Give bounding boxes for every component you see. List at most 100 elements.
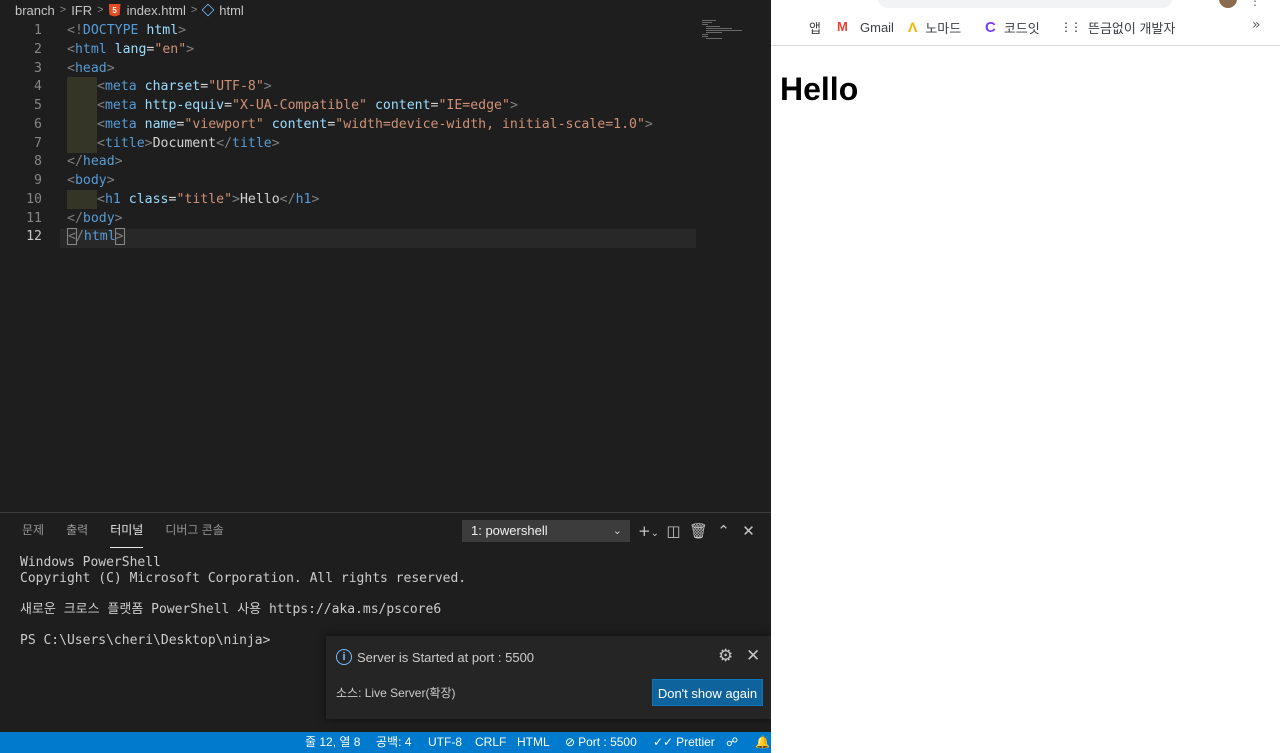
line-number: 8 (34, 154, 42, 170)
status-live-server[interactable]: ⊘ Port : 5500 (565, 732, 637, 753)
line-number: 1 (34, 23, 42, 38)
status-cursor-position[interactable]: 줄 12, 열 8 (305, 732, 360, 753)
code-token: </ (216, 135, 233, 151)
breadcrumb-item-ifr[interactable]: IFR (71, 3, 92, 18)
code-token: meta (104, 116, 137, 132)
bookmark-apps[interactable]: 앱 (787, 18, 821, 36)
bookmark-gmail[interactable]: Gmail (837, 18, 894, 36)
code-token: "width=device-width, initial-scale=1.0" (335, 116, 645, 132)
status-encoding[interactable]: UTF-8 (428, 732, 462, 753)
more-bookmarks-icon[interactable]: » (1252, 17, 1261, 33)
code-token: > (644, 116, 653, 132)
feedback-icon[interactable]: ☍ (726, 732, 738, 753)
status-eol[interactable]: CRLF (475, 732, 506, 753)
toolbar-remnant: ⋮ (771, 0, 1280, 9)
terminal-select-value: 1: powershell (471, 523, 548, 538)
code-line[interactable]: 7 <title>Document</title> (0, 133, 771, 153)
split-terminal-icon[interactable]: ◫ (661, 521, 686, 541)
trash-icon[interactable]: 🗑 (686, 521, 711, 541)
status-indentation[interactable]: 공백: 4 (376, 732, 411, 753)
code-text: <meta charset="UTF-8"> (67, 77, 272, 97)
code-token: > (114, 210, 123, 226)
tab-output[interactable]: 출력 (55, 513, 99, 548)
new-terminal-icon[interactable]: +⌄ (636, 521, 661, 541)
kebab-menu-icon[interactable]: ⋮ (1249, 0, 1261, 8)
avatar[interactable] (1219, 0, 1237, 8)
breadcrumb-item-file[interactable]: index.html (127, 3, 186, 18)
panel-actions: +⌄ ◫ 🗑 ⌃ ✕ (636, 521, 761, 541)
code-token: < (97, 116, 105, 132)
code-token: lang (106, 41, 147, 57)
browser-window: ⋮ 앱 Gmail Λ 노마드 C 코드잇 ⋮⋮ 뜬금없이 개발자 » (771, 0, 1280, 753)
code-token: > (311, 191, 320, 207)
bookmarks-bar: ⋮ 앱 Gmail Λ 노마드 C 코드잇 ⋮⋮ 뜬금없이 개발자 » (771, 0, 1280, 46)
minimap[interactable] (700, 18, 750, 42)
vscode-window: branch > IFR > 5 index.html > html 1 <!DO… (0, 0, 771, 753)
code-token: > (178, 23, 187, 38)
tab-terminal[interactable]: 터미널 (99, 513, 154, 548)
double-check-icon: ✓✓ (653, 735, 674, 749)
chevron-up-icon[interactable]: ⌃ (711, 521, 736, 541)
terminal-select[interactable]: 1: powershell ⌄ (462, 520, 630, 542)
gear-icon[interactable]: ⚙ (718, 646, 733, 666)
code-line[interactable]: 1 <!DOCTYPE html> (0, 21, 771, 40)
code-line[interactable]: 8 </head> (0, 152, 771, 171)
notification-toast: i Server is Started at port : 5500 ⚙ ✕ 소… (326, 636, 771, 719)
code-line[interactable]: 5 <meta http-equiv="X-UA-Compatible" cont… (0, 96, 771, 115)
indent-guide (67, 114, 97, 134)
code-token: "viewport" (184, 116, 264, 132)
status-prettier[interactable]: ✓✓ Prettier (653, 732, 715, 753)
breadcrumb-separator-icon: > (190, 4, 198, 16)
code-line[interactable]: 11 </body> (0, 209, 771, 228)
code-token: < (97, 191, 105, 207)
code-token: Hello (239, 191, 280, 207)
bookmark-apps-label: 앱 (809, 20, 821, 36)
code-line[interactable]: 3 <head> (0, 59, 771, 78)
terminal-line: Copyright (C) Microsoft Corporation. All… (20, 571, 467, 586)
bell-icon[interactable]: 🔔 (755, 732, 770, 753)
code-line[interactable]: 12 </html> (0, 227, 771, 246)
bookmark-dev[interactable]: ⋮⋮ 뜬금없이 개발자 (1060, 18, 1175, 36)
code-token: "en" (154, 41, 187, 57)
terminal-output[interactable]: Windows PowerShell Copyright (C) Microsof… (20, 555, 466, 649)
code-token: body (74, 173, 107, 188)
code-token: > (144, 135, 153, 151)
code-line[interactable]: 2 <html lang="en"> (0, 40, 771, 59)
terminal-line: Windows PowerShell (20, 555, 161, 570)
code-line[interactable]: 9 <body> (0, 171, 771, 190)
code-text: </html> (67, 227, 125, 246)
code-token: "UTF-8" (208, 79, 264, 95)
code-token: content (263, 116, 328, 132)
bookmark-codeit-label: 코드잇 (1003, 20, 1040, 36)
chevron-down-icon: ⌄ (612, 525, 622, 537)
bookmark-nomad[interactable]: Λ 노마드 (908, 18, 961, 36)
line-number: 4 (34, 79, 42, 95)
indent-guide (67, 77, 97, 97)
code-token: DOCTYPE (82, 23, 139, 38)
code-line[interactable]: 4 <meta charset="UTF-8"> (0, 77, 771, 97)
notification-message: Server is Started at port : 5500 (357, 650, 535, 665)
breadcrumb-item-branch[interactable]: branch (15, 3, 55, 18)
address-bar[interactable] (877, 0, 1173, 8)
code-line[interactable]: 6 <meta name="viewport" content="width=de… (0, 114, 771, 134)
code-token: content (367, 98, 431, 113)
status-language[interactable]: HTML (517, 732, 550, 753)
code-token: < (97, 98, 105, 113)
close-panel-icon[interactable]: ✕ (736, 521, 761, 541)
dont-show-again-button[interactable]: Don't show again (652, 679, 763, 706)
bookmark-codeit[interactable]: C 코드잇 (985, 18, 1040, 36)
no-entry-icon: ⊘ (565, 735, 576, 749)
info-icon: i (336, 649, 352, 665)
code-line[interactable]: 10 <h1 class="title">Hello</h1> (0, 189, 771, 209)
tab-debug-console[interactable]: 디버그 콘솔 (154, 513, 235, 548)
breadcrumb-separator-icon: > (59, 4, 67, 16)
close-icon[interactable]: ✕ (746, 646, 760, 666)
code-token: <! (67, 23, 83, 38)
code-token: = (224, 98, 233, 113)
page-heading: Hello (780, 71, 859, 107)
breadcrumb-item-symbol[interactable]: html (219, 3, 244, 18)
code-editor[interactable]: 1 <!DOCTYPE html> 2 <html lang="en"> 3 <head>… (0, 20, 771, 510)
tab-problems[interactable]: 문제 (11, 513, 55, 548)
code-token: < (67, 228, 77, 246)
